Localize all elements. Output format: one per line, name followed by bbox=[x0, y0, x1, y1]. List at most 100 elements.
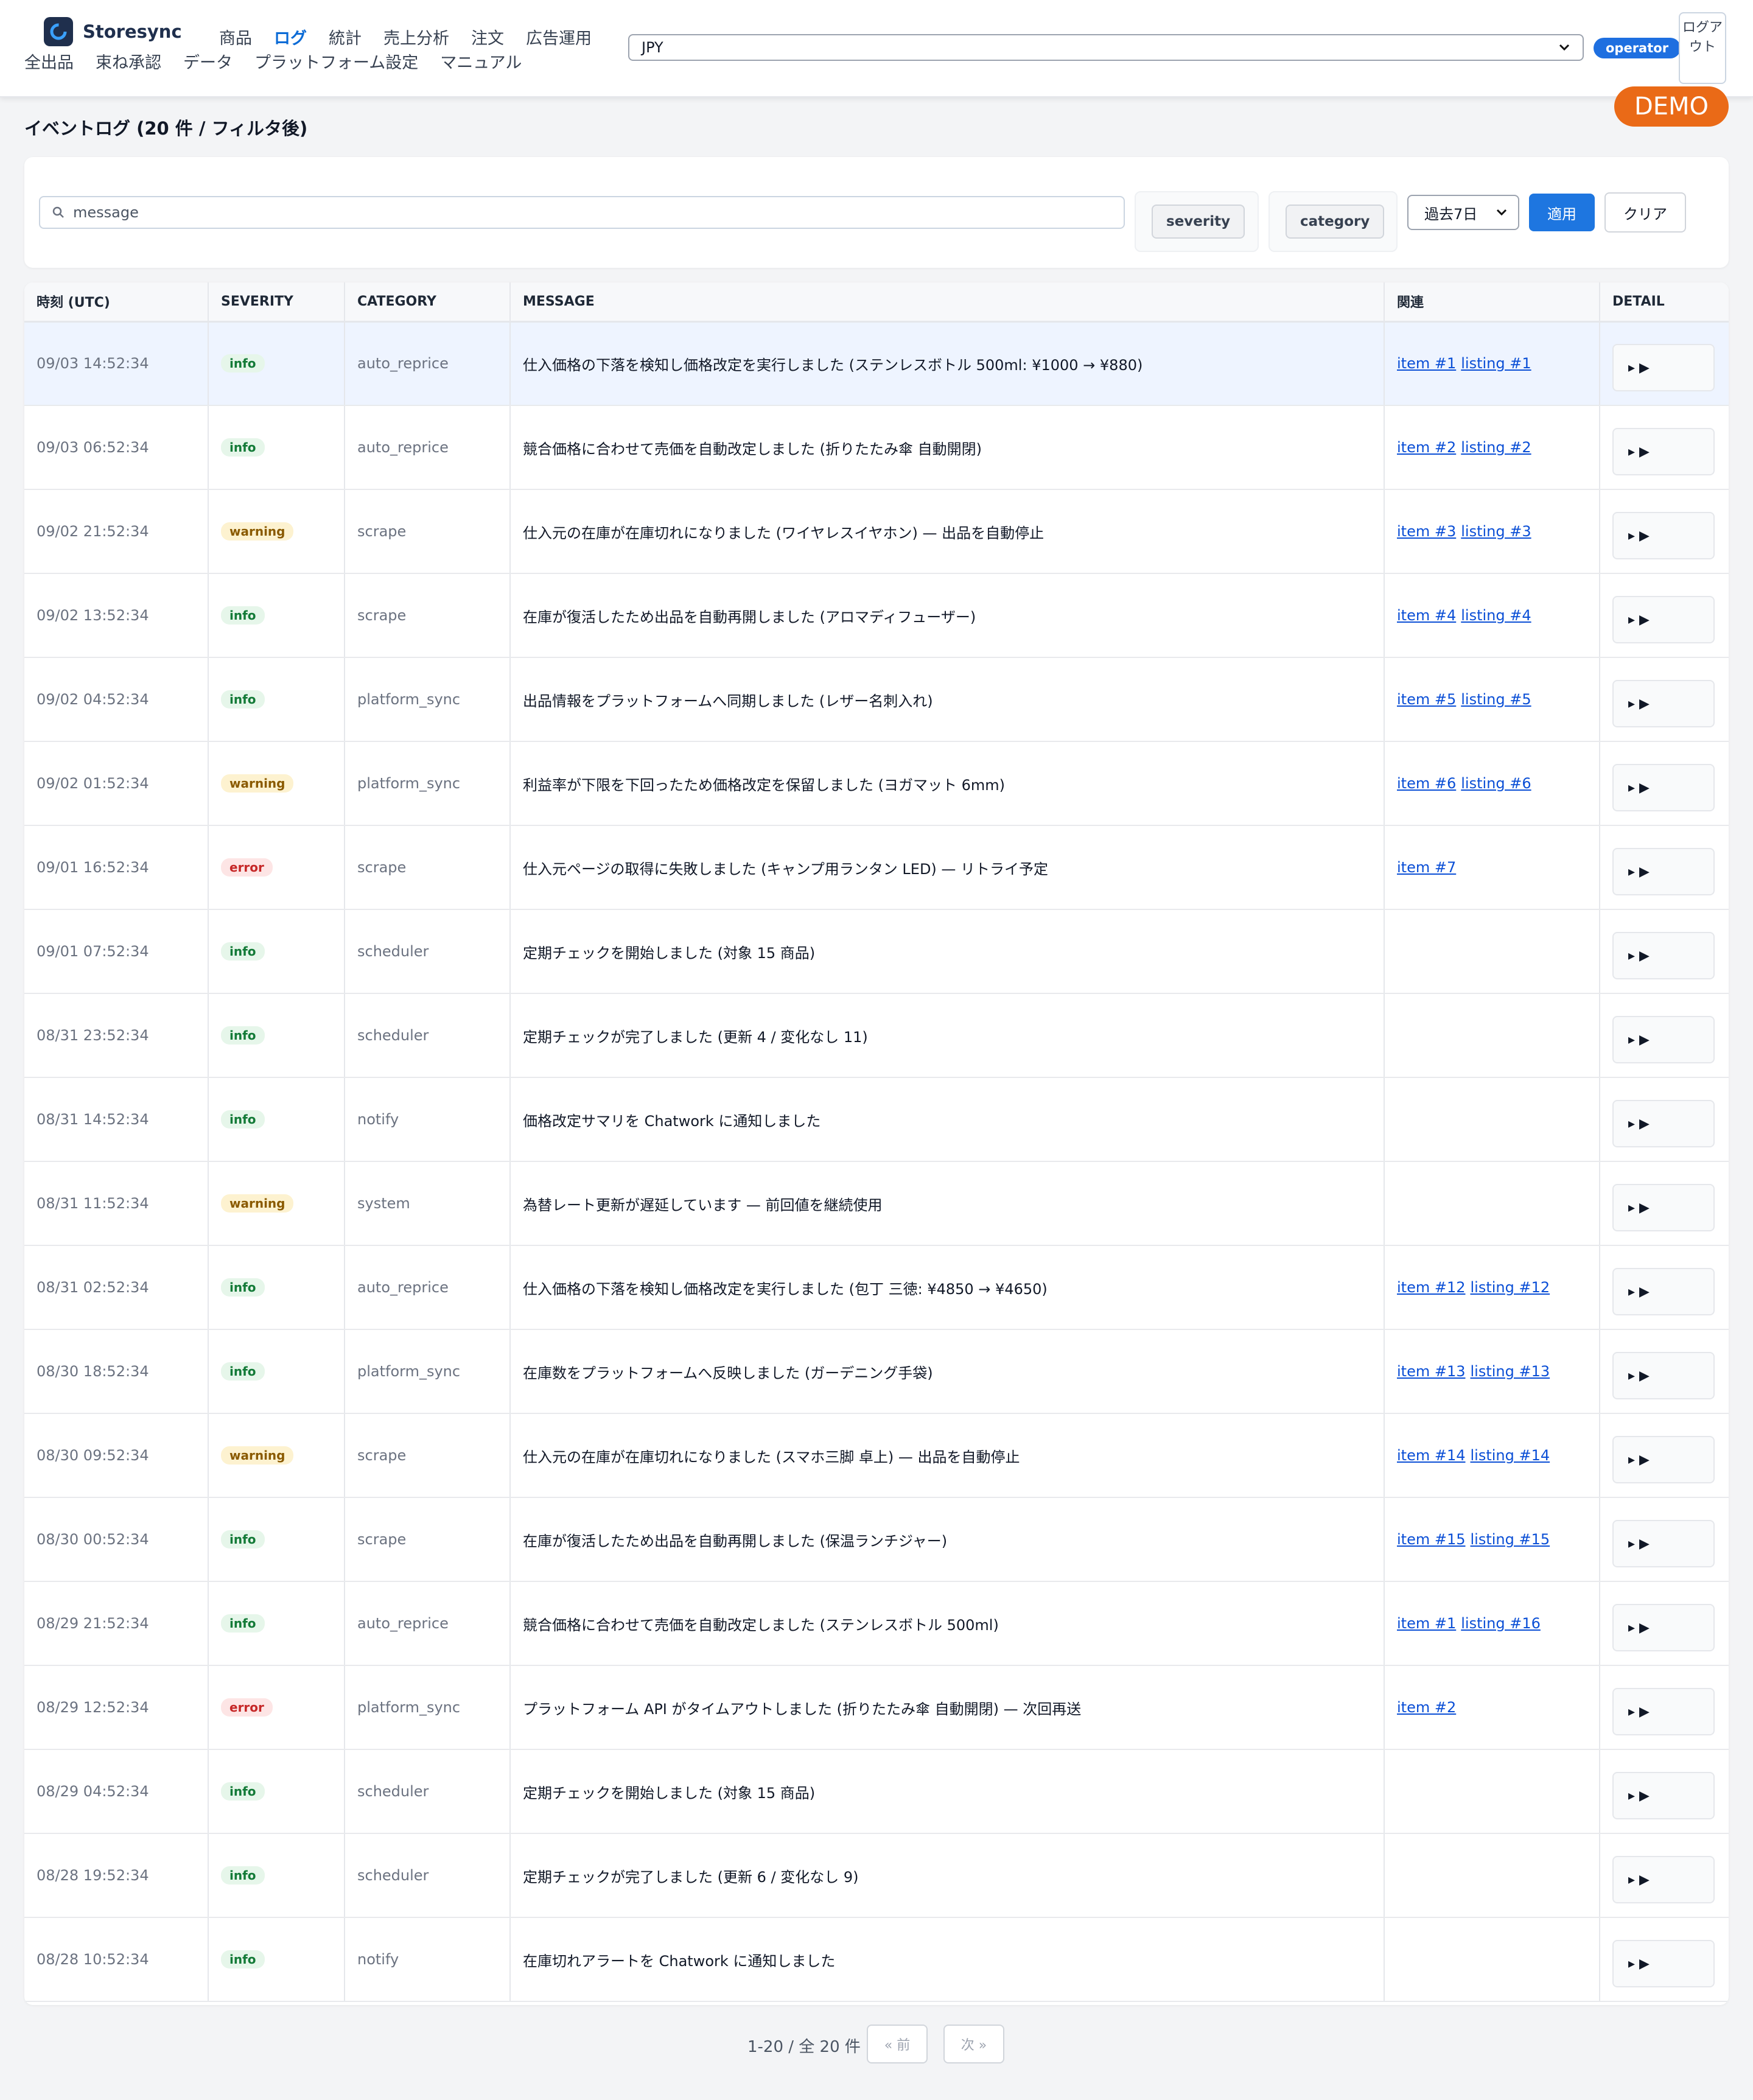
detail-toggle-button[interactable]: ▸ ▶ bbox=[1612, 764, 1715, 811]
cell-detail: ▸ ▶ bbox=[1600, 909, 1729, 994]
cell-time: 08/29 12:52:34 bbox=[24, 1665, 209, 1750]
related-item-link[interactable]: item #13 bbox=[1397, 1363, 1466, 1380]
nav-item-stats[interactable]: 統計 bbox=[329, 27, 362, 51]
detail-toggle-button[interactable]: ▸ ▶ bbox=[1612, 848, 1715, 895]
detail-toggle-button[interactable]: ▸ ▶ bbox=[1612, 1688, 1715, 1735]
detail-toggle-button[interactable]: ▸ ▶ bbox=[1612, 1436, 1715, 1483]
severity-filter-button[interactable]: severity bbox=[1152, 205, 1245, 239]
detail-toggle-button[interactable]: ▸ ▶ bbox=[1612, 1856, 1715, 1903]
cell-category: auto_reprice bbox=[345, 1245, 511, 1330]
nav-item-orders[interactable]: 注文 bbox=[471, 27, 504, 51]
severity-badge: info bbox=[221, 1782, 265, 1801]
nav-item-platform-settings[interactable]: プラットフォーム設定 bbox=[254, 51, 418, 75]
table-row[interactable]: 09/02 21:52:34 warning scrape 仕入元の在庫が在庫切れにな… bbox=[24, 489, 1729, 574]
table-row[interactable]: 09/02 04:52:34 info platform_sync 出品情報をプラット… bbox=[24, 657, 1729, 742]
detail-toggle-button[interactable]: ▸ ▶ bbox=[1612, 1940, 1715, 1987]
related-item-link[interactable]: item #1 bbox=[1397, 355, 1456, 372]
related-item-link[interactable]: item #12 bbox=[1397, 1279, 1466, 1296]
column-header-severity[interactable]: SEVERITY bbox=[208, 282, 345, 323]
detail-toggle-button[interactable]: ▸ ▶ bbox=[1612, 344, 1715, 392]
related-item-link[interactable]: item #15 bbox=[1397, 1531, 1466, 1548]
table-row[interactable]: 09/02 13:52:34 info scrape 在庫が復活したため出品を自動再開… bbox=[24, 573, 1729, 658]
related-listing-link[interactable]: listing #12 bbox=[1471, 1279, 1550, 1296]
related-listing-link[interactable]: listing #3 bbox=[1461, 523, 1531, 540]
next-page-button[interactable]: 次 » bbox=[943, 2025, 1004, 2063]
table-row[interactable]: 08/29 04:52:34 info scheduler 定期チェックを開始しました… bbox=[24, 1749, 1729, 1834]
detail-toggle-button[interactable]: ▸ ▶ bbox=[1612, 1184, 1715, 1231]
logout-button[interactable]: ログアウト bbox=[1679, 12, 1726, 84]
currency-select[interactable]: JPY bbox=[628, 34, 1584, 61]
related-item-link[interactable]: item #3 bbox=[1397, 523, 1456, 540]
related-listing-link[interactable]: listing #16 bbox=[1461, 1615, 1541, 1632]
category-filter-button[interactable]: category bbox=[1286, 205, 1385, 239]
table-row[interactable]: 09/01 07:52:34 info scheduler 定期チェックを開始しました… bbox=[24, 909, 1729, 994]
table-row[interactable]: 08/31 23:52:34 info scheduler 定期チェックが完了しました… bbox=[24, 993, 1729, 1078]
detail-toggle-button[interactable]: ▸ ▶ bbox=[1612, 932, 1715, 979]
column-header-related[interactable]: 関連 bbox=[1384, 282, 1600, 323]
related-listing-link[interactable]: listing #4 bbox=[1461, 607, 1531, 624]
table-row[interactable]: 08/30 18:52:34 info platform_sync 在庫数をプラットフ… bbox=[24, 1329, 1729, 1414]
nav-item-logs[interactable]: ログ bbox=[274, 27, 307, 51]
related-listing-link[interactable]: listing #1 bbox=[1461, 355, 1531, 372]
table-row[interactable]: 08/31 14:52:34 info notify 価格改定サマリを Chatwor… bbox=[24, 1077, 1729, 1162]
related-item-link[interactable]: item #5 bbox=[1397, 691, 1456, 708]
column-header-message[interactable]: MESSAGE bbox=[510, 282, 1385, 323]
nav-item-products[interactable]: 商品 bbox=[219, 27, 252, 51]
nav-item-sales-analysis[interactable]: 売上分析 bbox=[383, 27, 449, 51]
detail-toggle-button[interactable]: ▸ ▶ bbox=[1612, 512, 1715, 559]
related-listing-link[interactable]: listing #14 bbox=[1471, 1447, 1550, 1464]
prev-page-button[interactable]: « 前 bbox=[867, 2025, 928, 2063]
detail-toggle-button[interactable]: ▸ ▶ bbox=[1612, 1352, 1715, 1399]
nav-item-ads[interactable]: 広告運用 bbox=[526, 27, 592, 51]
detail-toggle-button[interactable]: ▸ ▶ bbox=[1612, 428, 1715, 475]
related-item-link[interactable]: item #14 bbox=[1397, 1447, 1466, 1464]
cell-severity: info bbox=[208, 657, 345, 742]
detail-toggle-button[interactable]: ▸ ▶ bbox=[1612, 596, 1715, 643]
apply-button[interactable]: 適用 bbox=[1529, 194, 1595, 231]
main-nav: 商品 ログ 統計 売上分析 注文 広告運用全出品 束ね承認 データ プラットフォーム設定 マニュア… bbox=[24, 27, 621, 75]
table-row[interactable]: 08/28 10:52:34 info notify 在庫切れアラートを Chatwo… bbox=[24, 1917, 1729, 2002]
table-row[interactable]: 08/29 21:52:34 info auto_reprice 競合価格に合わせて売… bbox=[24, 1581, 1729, 1666]
detail-toggle-button[interactable]: ▸ ▶ bbox=[1612, 1772, 1715, 1819]
table-row[interactable]: 08/31 11:52:34 warning system 為替レート更新が遅延してい… bbox=[24, 1161, 1729, 1246]
date-range-select[interactable]: 過去7日 bbox=[1407, 195, 1519, 230]
detail-toggle-button[interactable]: ▸ ▶ bbox=[1612, 1604, 1715, 1651]
nav-item-manual[interactable]: マニュアル bbox=[440, 51, 522, 75]
nav-item-data[interactable]: データ bbox=[183, 51, 233, 75]
table-row[interactable]: 09/03 14:52:34 info auto_reprice 仕入価格の下落を検知… bbox=[24, 321, 1729, 406]
table-row[interactable]: 08/28 19:52:34 info scheduler 定期チェックが完了しました… bbox=[24, 1833, 1729, 1918]
detail-toggle-button[interactable]: ▸ ▶ bbox=[1612, 1520, 1715, 1567]
related-listing-link[interactable]: listing #6 bbox=[1461, 775, 1531, 792]
related-item-link[interactable]: item #2 bbox=[1397, 439, 1456, 456]
table-row[interactable]: 09/02 01:52:34 warning platform_sync 利益率が下限… bbox=[24, 741, 1729, 826]
table-row[interactable]: 09/03 06:52:34 info auto_reprice 競合価格に合わせて売… bbox=[24, 405, 1729, 490]
column-header-detail[interactable]: DETAIL bbox=[1600, 282, 1729, 323]
detail-toggle-button[interactable]: ▸ ▶ bbox=[1612, 1100, 1715, 1147]
related-item-link[interactable]: item #2 bbox=[1397, 1699, 1456, 1716]
detail-toggle-button[interactable]: ▸ ▶ bbox=[1612, 680, 1715, 727]
message-search-input[interactable]: message bbox=[39, 196, 1125, 229]
table-row[interactable]: 08/31 02:52:34 info auto_reprice 仕入価格の下落を検知… bbox=[24, 1245, 1729, 1330]
pagination-summary: 1-20 / 全 20 件 bbox=[747, 2038, 861, 2056]
related-item-link[interactable]: item #7 bbox=[1397, 859, 1456, 876]
related-item-link[interactable]: item #1 bbox=[1397, 1615, 1456, 1632]
table-row[interactable]: 08/30 00:52:34 info scrape 在庫が復活したため出品を自動再開… bbox=[24, 1497, 1729, 1582]
nav-item-bundle-approval[interactable]: 束ね承認 bbox=[96, 51, 161, 75]
related-listing-link[interactable]: listing #5 bbox=[1461, 691, 1531, 708]
related-item-link[interactable]: item #4 bbox=[1397, 607, 1456, 624]
related-listing-link[interactable]: listing #2 bbox=[1461, 439, 1531, 456]
search-placeholder: message bbox=[73, 204, 139, 221]
related-item-link[interactable]: item #6 bbox=[1397, 775, 1456, 792]
table-row[interactable]: 08/29 12:52:34 error platform_sync プラットフォーム… bbox=[24, 1665, 1729, 1750]
detail-toggle-button[interactable]: ▸ ▶ bbox=[1612, 1268, 1715, 1315]
column-header-category[interactable]: CATEGORY bbox=[345, 282, 511, 323]
nav-item-all-listings[interactable]: 全出品 bbox=[24, 51, 74, 75]
related-listing-link[interactable]: listing #15 bbox=[1471, 1531, 1550, 1548]
table-row[interactable]: 08/30 09:52:34 warning scrape 仕入元の在庫が在庫切れにな… bbox=[24, 1413, 1729, 1498]
related-listing-link[interactable]: listing #13 bbox=[1471, 1363, 1550, 1380]
cell-message: 利益率が下限を下回ったため価格改定を保留しました (ヨガマット 6mm) bbox=[510, 741, 1385, 826]
column-header-time[interactable]: 時刻 (UTC) bbox=[24, 282, 209, 323]
detail-toggle-button[interactable]: ▸ ▶ bbox=[1612, 1016, 1715, 1063]
clear-button[interactable]: クリア bbox=[1604, 192, 1686, 233]
table-row[interactable]: 09/01 16:52:34 error scrape 仕入元ページの取得に失敗しまし… bbox=[24, 825, 1729, 910]
